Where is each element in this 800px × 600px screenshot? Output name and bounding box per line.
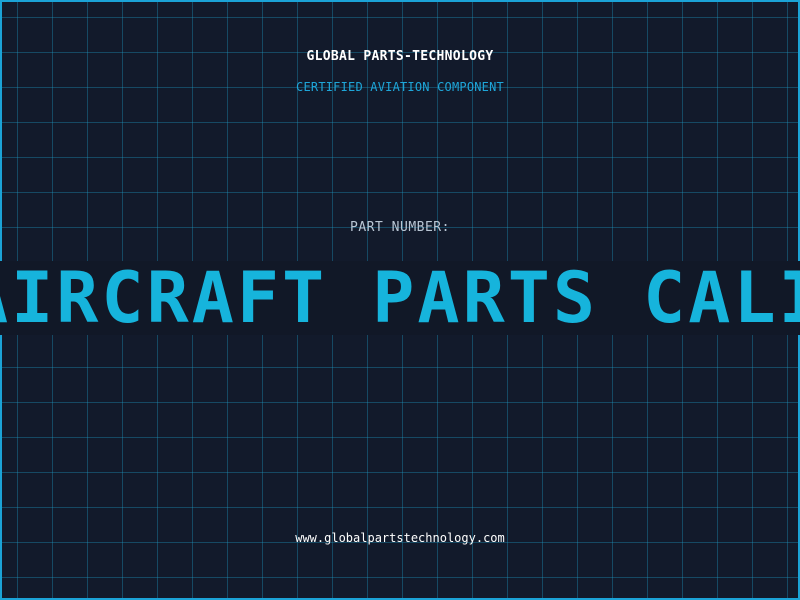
company-name: GLOBAL PARTS-TECHNOLOGY (306, 49, 494, 64)
part-label-card: GLOBAL PARTS-TECHNOLOGY CERTIFIED AVIATI… (0, 0, 800, 600)
part-number-value: AIRCRAFT PARTS CALI (0, 261, 800, 335)
website-url: www.globalpartstechnology.com (295, 531, 505, 545)
part-number-label: PART NUMBER: (350, 220, 450, 235)
part-number-band: AIRCRAFT PARTS CALI (0, 261, 800, 335)
certification-tagline: CERTIFIED AVIATION COMPONENT (296, 80, 504, 94)
